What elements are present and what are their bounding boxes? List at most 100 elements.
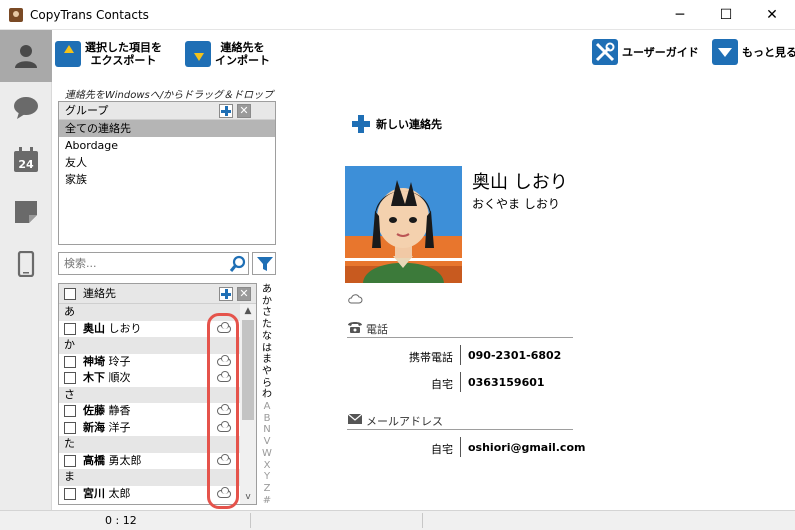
index-letter[interactable]: た — [259, 319, 275, 331]
contact-checkbox[interactable] — [64, 322, 76, 335]
contact-checkbox[interactable] — [64, 355, 76, 368]
group-list: グループ ✕ 全ての連絡先 Abordage 友人 家族 — [58, 101, 276, 245]
email-section-divider — [347, 429, 573, 430]
contact-given-name: 勇太郎 — [105, 453, 142, 467]
plus-icon — [352, 115, 370, 133]
cloud-icon — [217, 486, 231, 498]
list-item[interactable]: 木下 順次 — [59, 370, 256, 387]
tools-icon — [592, 39, 618, 65]
delete-group-button[interactable]: ✕ — [237, 104, 251, 118]
index-letter[interactable]: B — [259, 413, 275, 425]
index-letter[interactable]: X — [259, 460, 275, 472]
phone-section-divider — [347, 337, 573, 338]
new-contact-button[interactable]: 新しい連絡先 — [352, 115, 442, 133]
index-letter[interactable]: A — [259, 401, 275, 413]
index-letter[interactable]: あ — [259, 284, 275, 296]
contact-family-name: 佐藤 — [83, 404, 105, 417]
phone-value-home[interactable]: 0363159601 — [468, 376, 545, 389]
search-input[interactable] — [59, 253, 219, 274]
add-contact-button[interactable] — [219, 287, 233, 301]
nav-notes[interactable] — [0, 186, 52, 238]
export-icon — [55, 41, 81, 67]
cloud-icon — [217, 354, 231, 366]
add-group-button[interactable] — [219, 104, 233, 118]
scroll-down-arrow[interactable]: v — [240, 490, 256, 504]
index-letter[interactable]: # — [259, 495, 275, 507]
contact-list: 連絡先 ✕ あ 奥山 しおり か 神埼 玲子 木下 順次 さ 佐藤 静香 新海 … — [58, 283, 257, 505]
contact-name: 奥山 しおり — [472, 172, 568, 193]
app-icon — [9, 8, 23, 22]
index-letter[interactable]: W — [259, 448, 275, 460]
list-item[interactable]: 佐藤 静香 — [59, 403, 256, 420]
group-header: グループ ✕ — [59, 102, 275, 120]
contact-avatar[interactable] — [345, 166, 462, 283]
filter-button[interactable] — [252, 252, 276, 275]
new-contact-label: 新しい連絡先 — [376, 118, 442, 131]
group-item-friends[interactable]: 友人 — [59, 154, 275, 171]
index-letter[interactable]: か — [259, 296, 275, 308]
more-label: もっと見る — [742, 46, 795, 59]
cloud-icon — [217, 420, 231, 432]
email-value-home[interactable]: oshiori@gmail.com — [468, 441, 585, 454]
export-selected-button[interactable]: 選択した項目を エクスポート — [55, 38, 162, 70]
field-separator — [460, 437, 461, 457]
search-icon[interactable] — [229, 255, 247, 273]
select-all-checkbox[interactable] — [64, 288, 76, 300]
chat-bubble-icon — [14, 97, 38, 119]
index-letter[interactable]: V — [259, 436, 275, 448]
index-letter[interactable]: Y — [259, 471, 275, 483]
section-header: た — [59, 436, 256, 453]
contact-checkbox[interactable] — [64, 405, 76, 417]
telephone-icon — [348, 322, 362, 333]
nav-messages[interactable] — [0, 82, 52, 134]
scroll-thumb[interactable] — [242, 320, 254, 420]
section-header: さ — [59, 386, 256, 403]
index-letter[interactable]: な — [259, 331, 275, 343]
contact-list-header-label: 連絡先 — [83, 287, 116, 300]
group-item-all[interactable]: 全ての連絡先 — [59, 120, 275, 137]
contact-checkbox[interactable] — [64, 372, 76, 384]
import-contacts-button[interactable]: 連絡先を インポート — [185, 38, 270, 70]
close-button[interactable]: ✕ — [749, 0, 795, 30]
list-item[interactable]: 奥山 しおり — [59, 321, 256, 338]
calendar-day: 24 — [18, 158, 34, 171]
group-item-family[interactable]: 家族 — [59, 171, 275, 188]
contact-list-scrollbar[interactable]: ▲ v — [240, 304, 256, 504]
scroll-up-arrow[interactable]: ▲ — [240, 304, 256, 318]
user-guide-button[interactable]: ユーザーガイド — [592, 38, 699, 66]
more-button[interactable]: もっと見る — [712, 38, 795, 66]
maximize-button[interactable]: ☐ — [703, 0, 749, 30]
index-letter[interactable]: ま — [259, 354, 275, 366]
index-letter[interactable]: ら — [259, 378, 275, 390]
phone-value-mobile[interactable]: 090-2301-6802 — [468, 349, 561, 362]
list-item[interactable]: 新海 洋子 — [59, 420, 256, 437]
index-letter[interactable]: N — [259, 424, 275, 436]
index-letter[interactable]: Z — [259, 483, 275, 495]
delete-contact-button[interactable]: ✕ — [237, 287, 251, 301]
contact-family-name: 宮川 — [83, 486, 105, 500]
contact-checkbox[interactable] — [64, 487, 76, 500]
field-separator — [460, 345, 461, 365]
nav-device[interactable] — [0, 238, 52, 290]
contact-family-name: 木下 — [83, 371, 105, 384]
field-separator — [460, 372, 461, 392]
group-item-abordage[interactable]: Abordage — [59, 137, 275, 154]
contact-checkbox[interactable] — [64, 454, 76, 467]
index-letter[interactable]: わ — [259, 389, 275, 401]
section-header: あ — [59, 304, 256, 321]
nav-contacts[interactable] — [0, 30, 52, 82]
minimize-button[interactable]: ─ — [657, 0, 703, 30]
list-item[interactable]: 高橋 勇太郎 — [59, 453, 256, 470]
index-letter[interactable]: や — [259, 366, 275, 378]
person-icon — [15, 45, 37, 68]
list-item[interactable]: 宮川 太郎 — [59, 486, 256, 503]
cloud-icon — [217, 453, 231, 465]
alphabet-index: あ か さ た な は ま や ら わ A B N V W X Y Z # — [259, 284, 275, 506]
nav-calendar[interactable]: 24 — [0, 134, 52, 186]
contact-checkbox[interactable] — [64, 421, 76, 434]
drag-drop-hint: 連絡先をWindowsへ/からドラッグ＆ドロップ — [64, 90, 274, 101]
index-letter[interactable]: は — [259, 343, 275, 355]
list-item[interactable]: 神埼 玲子 — [59, 354, 256, 371]
section-header: か — [59, 337, 256, 354]
index-letter[interactable]: さ — [259, 307, 275, 319]
